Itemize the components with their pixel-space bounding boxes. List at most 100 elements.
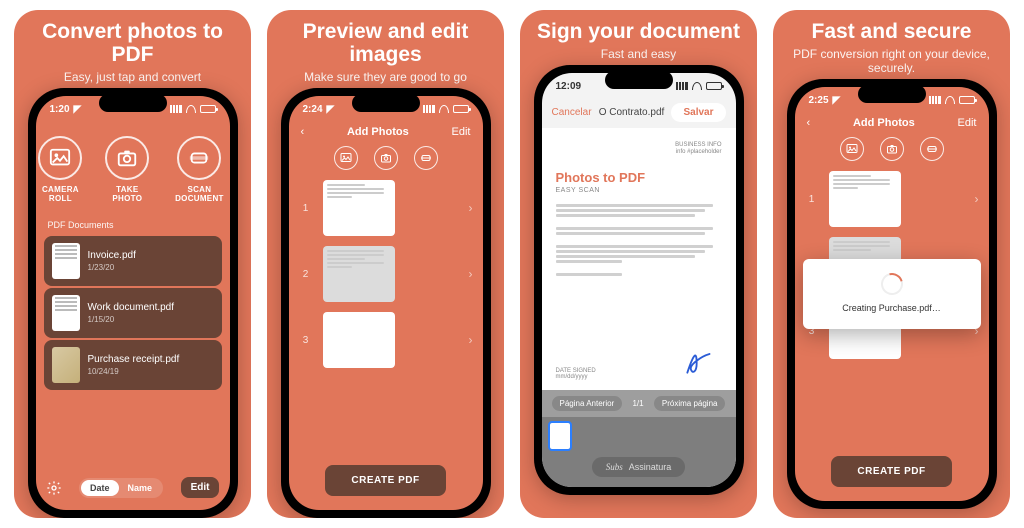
- panel-subtitle: Make sure they are good to go: [279, 70, 492, 84]
- nav-title: Add Photos: [347, 126, 409, 138]
- panel-subtitle: PDF conversion right on your device, sec…: [785, 47, 998, 75]
- doc-paragraph: [556, 204, 722, 217]
- item-index: 1: [299, 203, 313, 214]
- panel-sign: Sign your document Fast and easy 12:09 C…: [520, 10, 757, 518]
- signature-button[interactable]: Subs Assinatura: [592, 457, 686, 477]
- battery-icon: [706, 82, 722, 90]
- phone-frame: 12:09 Cancelar O Contrato.pdf Salvar BUS…: [534, 65, 744, 495]
- action-label: SCAN DOCUMENT: [169, 186, 229, 204]
- document-row[interactable]: Purchase receipt.pdf 10/24/19: [44, 340, 222, 390]
- sort-name[interactable]: Name: [119, 480, 162, 496]
- spinner-icon: [876, 269, 906, 299]
- document-row[interactable]: Work document.pdf 1/15/20: [44, 288, 222, 338]
- take-photo-button[interactable]: TAKE PHOTO: [105, 136, 149, 204]
- battery-icon: [959, 96, 975, 104]
- photo-thumb: [829, 171, 901, 227]
- action-label: TAKE PHOTO: [105, 186, 149, 204]
- document-thumb: [52, 347, 80, 383]
- photo-thumb: [323, 246, 395, 302]
- camera-roll-mini[interactable]: [334, 146, 358, 170]
- camera-icon: [116, 147, 138, 169]
- scan-document-button[interactable]: SCAN DOCUMENT: [169, 136, 229, 204]
- panel-preview: Preview and edit images Make sure they a…: [267, 10, 504, 518]
- signal-icon: [929, 96, 941, 104]
- signature-toolbar: Subs Assinatura: [542, 451, 736, 487]
- screen-sign: 12:09 Cancelar O Contrato.pdf Salvar BUS…: [542, 73, 736, 487]
- screen-add-photos: 2:24◤ ‹ Add Photos Edit 1 › 2: [289, 96, 483, 510]
- section-header: PDF Documents: [36, 208, 230, 236]
- photo-item[interactable]: 1 ›: [805, 171, 979, 227]
- panel-title: Sign your document: [537, 20, 740, 43]
- photo-item[interactable]: 1 ›: [299, 180, 473, 236]
- nav-bar: ‹ Add Photos Edit: [795, 113, 989, 131]
- create-pdf-button[interactable]: CREATE PDF: [325, 465, 445, 496]
- notch: [605, 71, 673, 89]
- edit-button[interactable]: Edit: [181, 477, 220, 498]
- scan-icon: [188, 147, 210, 169]
- page-thumb[interactable]: [550, 423, 570, 449]
- panel-subtitle: Fast and easy: [537, 47, 740, 61]
- back-button[interactable]: ‹: [807, 117, 811, 129]
- document-date: 10/24/19: [88, 367, 214, 376]
- chevron-right-icon: ›: [469, 333, 473, 347]
- status-time: 12:09: [556, 81, 582, 92]
- document-date: 1/23/20: [88, 263, 214, 272]
- pager-bar: Página Anterior 1/1 Próxima página: [542, 390, 736, 417]
- status-time: 1:20: [50, 104, 70, 115]
- status-time: 2:25: [809, 95, 829, 106]
- next-page-button[interactable]: Próxima página: [654, 396, 726, 411]
- document-name: Invoice.pdf: [88, 250, 214, 261]
- take-photo-mini[interactable]: [880, 137, 904, 161]
- sort-date[interactable]: Date: [81, 480, 119, 496]
- image-icon: [49, 147, 71, 169]
- photo-thumb: [323, 180, 395, 236]
- phone-frame: 2:25◤ ‹ Add Photos Edit 1 › 2: [787, 79, 997, 509]
- wifi-icon: [439, 105, 449, 113]
- camera-roll-mini[interactable]: [840, 137, 864, 161]
- settings-icon[interactable]: [46, 480, 62, 496]
- handwritten-signature[interactable]: [676, 347, 722, 380]
- doc-paragraph: [556, 273, 722, 276]
- location-icon: ◤: [327, 104, 335, 115]
- panel-subtitle: Easy, just tap and convert: [26, 70, 239, 84]
- doc-paragraph: [556, 227, 722, 235]
- take-photo-mini[interactable]: [374, 146, 398, 170]
- scan-icon: [926, 143, 938, 155]
- status-time: 2:24: [303, 104, 323, 115]
- edit-button[interactable]: Edit: [452, 126, 471, 138]
- document-thumb: [52, 295, 80, 331]
- notch: [858, 85, 926, 103]
- chevron-right-icon: ›: [975, 192, 979, 206]
- chevron-right-icon: ›: [469, 201, 473, 215]
- create-pdf-button[interactable]: CREATE PDF: [831, 456, 951, 487]
- prev-page-button[interactable]: Página Anterior: [552, 396, 623, 411]
- doc-paragraph: [556, 245, 722, 263]
- image-icon: [846, 143, 858, 155]
- photo-item[interactable]: 3 ›: [299, 312, 473, 368]
- doc-subheading: EASY SCAN: [556, 187, 722, 194]
- scan-mini[interactable]: [414, 146, 438, 170]
- photo-item[interactable]: 2 ›: [299, 246, 473, 302]
- camera-roll-button[interactable]: CAMERA ROLL: [36, 136, 86, 204]
- cancel-button[interactable]: Cancelar: [552, 107, 592, 118]
- notch: [99, 94, 167, 112]
- save-button[interactable]: Salvar: [671, 103, 725, 122]
- signature-area: DATE SIGNED mm/dd/yyyy: [556, 347, 722, 380]
- panel-header: Convert photos to PDF Easy, just tap and…: [14, 10, 251, 88]
- edit-button[interactable]: Edit: [958, 117, 977, 129]
- wifi-icon: [692, 82, 702, 90]
- filename-label: O Contrato.pdf: [599, 107, 665, 118]
- location-icon: ◤: [833, 95, 841, 106]
- date-sub: mm/dd/yyyy: [556, 374, 596, 380]
- document-canvas[interactable]: BUSINESS INFO info #placeholder Photos t…: [542, 128, 736, 390]
- back-button[interactable]: ‹: [301, 126, 305, 138]
- document-row[interactable]: Invoice.pdf 1/23/20: [44, 236, 222, 286]
- item-index: 3: [299, 335, 313, 346]
- document-date: 1/15/20: [88, 315, 214, 324]
- screen-add-photos-loading: 2:25◤ ‹ Add Photos Edit 1 › 2: [795, 87, 989, 501]
- doc-meta-line: BUSINESS INFO: [556, 142, 722, 149]
- signal-icon: [423, 105, 435, 113]
- signal-icon: [676, 82, 688, 90]
- scan-mini[interactable]: [920, 137, 944, 161]
- sort-segment[interactable]: Date Name: [79, 478, 163, 498]
